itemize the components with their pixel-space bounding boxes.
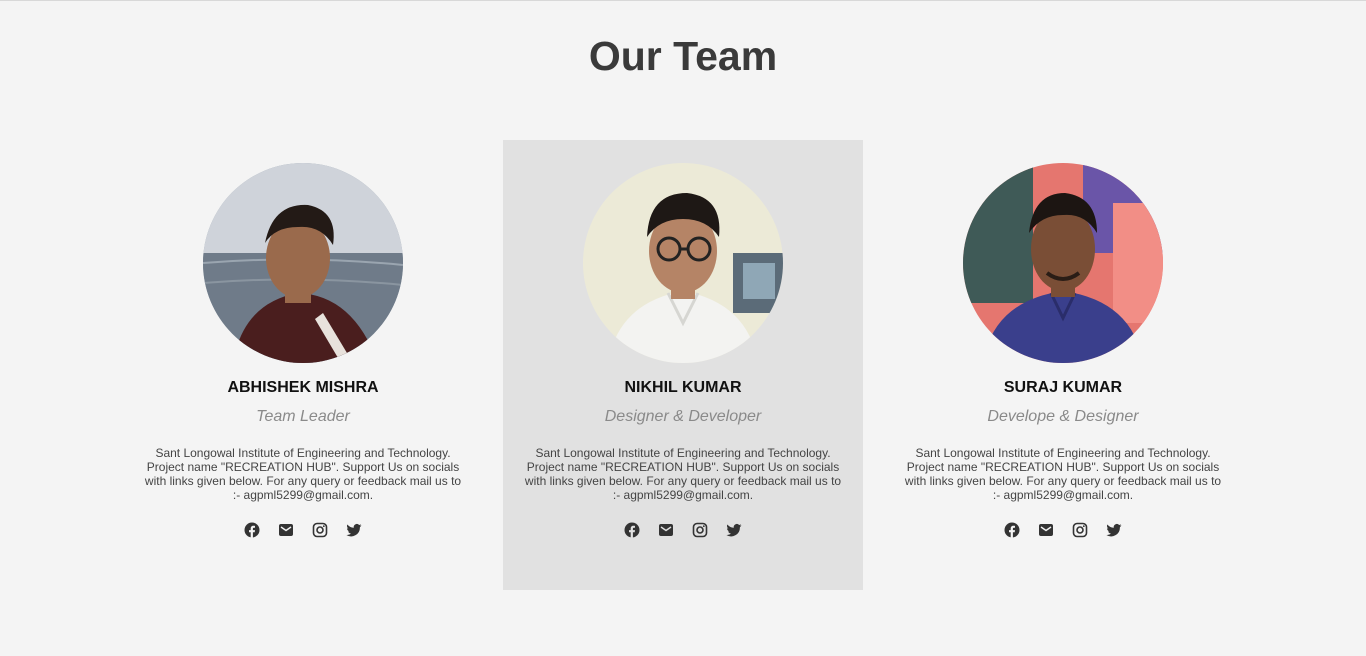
instagram-icon[interactable]: [692, 521, 708, 539]
instagram-icon[interactable]: [312, 521, 328, 539]
social-links: [503, 521, 863, 541]
twitter-icon[interactable]: [1106, 521, 1122, 539]
member-photo: [583, 163, 783, 363]
member-name: ABHISHEK MISHRA: [227, 379, 379, 396]
team-card: SURAJ KUMAR Develope & Designer Sant Lon…: [883, 140, 1243, 590]
facebook-icon[interactable]: [1004, 521, 1020, 539]
member-bio: Sant Longowal Institute of Engineering a…: [524, 446, 842, 502]
page-title: Our Team: [588, 33, 778, 79]
envelope-icon[interactable]: [278, 521, 294, 539]
member-bio: Sant Longowal Institute of Engineering a…: [904, 446, 1222, 502]
facebook-icon[interactable]: [244, 521, 260, 539]
social-links: [883, 521, 1243, 541]
envelope-icon[interactable]: [1038, 521, 1054, 539]
member-photo: [203, 163, 403, 363]
twitter-icon[interactable]: [346, 521, 362, 539]
member-name: NIKHIL KUMAR: [624, 379, 742, 396]
instagram-icon[interactable]: [1072, 521, 1088, 539]
facebook-icon[interactable]: [624, 521, 640, 539]
team-grid: ABHISHEK MISHRA Team Leader Sant Longowa…: [123, 140, 1243, 590]
envelope-icon[interactable]: [658, 521, 674, 539]
social-links: [123, 521, 483, 541]
team-card: NIKHIL KUMAR Designer & Developer Sant L…: [503, 140, 863, 590]
top-divider: [0, 0, 1366, 1]
member-role: Designer & Developer: [604, 408, 762, 425]
team-card: ABHISHEK MISHRA Team Leader Sant Longowa…: [123, 140, 483, 590]
member-role: Team Leader: [256, 408, 350, 425]
member-name: SURAJ KUMAR: [1003, 379, 1123, 396]
member-photo: [963, 163, 1163, 363]
twitter-icon[interactable]: [726, 521, 742, 539]
member-bio: Sant Longowal Institute of Engineering a…: [144, 446, 462, 502]
member-role: Develope & Designer: [987, 408, 1139, 425]
